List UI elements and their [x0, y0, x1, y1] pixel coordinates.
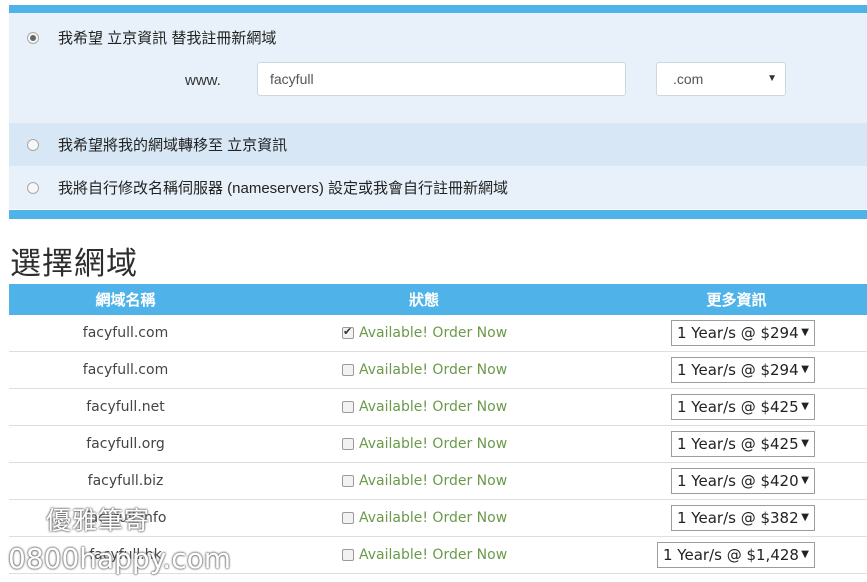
domain-name-cell: facyfull.org: [86, 436, 165, 452]
status-cell: Available! Order Now: [242, 547, 606, 564]
more-info-cell: 1 Year/s @ $1,428 ▼: [606, 542, 867, 568]
registration-period-select[interactable]: 1 Year/s @ $425 ▼: [671, 431, 815, 457]
status-cell: Available! Order Now: [242, 436, 606, 453]
price-selected-value: 1 Year/s @ $425: [677, 398, 799, 416]
watermark-text: 優雅筆寄: [46, 506, 151, 535]
table-header: 網域名稱 狀態 更多資訊: [9, 284, 867, 315]
option-register: 我希望 立京資訊 替我註冊新網域 www. facyfull .com ▼: [9, 13, 867, 123]
radio-transfer[interactable]: [27, 138, 39, 151]
availability-link[interactable]: Available! Order Now: [359, 362, 507, 378]
option-transfer-row[interactable]: 我希望將我的網域轉移至 立京資訊: [9, 123, 867, 166]
radio-register[interactable]: [27, 31, 39, 44]
top-accent-bar: [9, 5, 867, 13]
status-wrap: Available! Order Now: [342, 547, 507, 563]
option-register-label: 我希望 立京資訊 替我註冊新網域: [58, 30, 277, 47]
availability-link[interactable]: Available! Order Now: [359, 325, 507, 341]
status-wrap: Available! Order Now: [342, 362, 507, 378]
chevron-down-icon: ▼: [801, 549, 809, 560]
chevron-down-icon: ▼: [801, 438, 809, 449]
select-domain-checkbox[interactable]: [342, 325, 354, 339]
select-domain-checkbox[interactable]: [342, 548, 354, 561]
bottom-accent-bar: [9, 210, 867, 219]
status-cell: Available! Order Now: [242, 510, 606, 527]
domain-name-cell: facyfull.com: [82, 362, 169, 378]
price-selected-value: 1 Year/s @ $1,428: [663, 546, 799, 564]
status-cell: Available! Order Now: [242, 399, 606, 416]
status-wrap: Available! Order Now: [342, 325, 507, 341]
chevron-down-icon: ▼: [801, 364, 809, 375]
price-selected-value: 1 Year/s @ $294: [677, 361, 799, 379]
domain-option-panel: 我希望 立京資訊 替我註冊新網域 www. facyfull .com ▼ 我希…: [9, 13, 867, 209]
option-register-row[interactable]: 我希望 立京資訊 替我註冊新網域: [9, 16, 276, 59]
select-domain-checkbox[interactable]: [342, 400, 354, 413]
domain-entry: www. facyfull .com ▼: [9, 62, 867, 98]
chevron-down-icon: ▼: [801, 327, 809, 338]
table-row: facyfull.com Available! Order Now 1 Year/s…: [9, 352, 867, 389]
more-info-cell: 1 Year/s @ $382 ▼: [606, 505, 867, 531]
select-domain-checkbox[interactable]: [342, 474, 354, 487]
more-info-cell: 1 Year/s @ $425 ▼: [606, 431, 867, 457]
more-info-cell: 1 Year/s @ $425 ▼: [606, 394, 867, 420]
header-more-info: 更多資訊: [706, 292, 767, 309]
domain-name-cell: facyfull.net: [86, 399, 165, 415]
domain-name-cell: facyfull.com: [82, 325, 169, 341]
more-info-cell: 1 Year/s @ $294 ▼: [606, 320, 867, 346]
more-info-cell: 1 Year/s @ $420 ▼: [606, 468, 867, 494]
status-wrap: Available! Order Now: [342, 436, 507, 452]
registration-period-select[interactable]: 1 Year/s @ $294 ▼: [671, 357, 815, 383]
status-cell: Available! Order Now: [242, 325, 606, 342]
page-title: 選擇網域: [10, 246, 138, 282]
header-status: 狀態: [408, 292, 439, 309]
chevron-down-icon: ▼: [767, 73, 777, 84]
status-cell: Available! Order Now: [242, 362, 606, 379]
registration-period-select[interactable]: 1 Year/s @ $382 ▼: [671, 505, 815, 531]
status-wrap: Available! Order Now: [342, 473, 507, 489]
status-wrap: Available! Order Now: [342, 510, 507, 526]
availability-link[interactable]: Available! Order Now: [359, 473, 507, 489]
option-nameservers-label: 我將自行修改名稱伺服器 (nameservers) 設定或我會自行註冊新網域: [58, 180, 509, 197]
table-row: facyfull.org Available! Order Now 1 Year/s…: [9, 426, 867, 463]
select-domain-checkbox[interactable]: [342, 363, 354, 376]
header-domain-name: 網域名稱: [95, 292, 156, 309]
availability-link[interactable]: Available! Order Now: [359, 510, 507, 526]
chevron-down-icon: ▼: [801, 401, 809, 412]
chevron-down-icon: ▼: [801, 512, 809, 523]
availability-link[interactable]: Available! Order Now: [359, 399, 507, 415]
domain-input[interactable]: facyfull: [257, 62, 626, 96]
table-row: facyfull.net Available! Order Now 1 Year/s…: [9, 389, 867, 426]
option-nameservers-row[interactable]: 我將自行修改名稱伺服器 (nameservers) 設定或我會自行註冊新網域: [9, 166, 867, 209]
price-selected-value: 1 Year/s @ $420: [677, 472, 799, 490]
option-transfer-label: 我希望將我的網域轉移至 立京資訊: [58, 137, 288, 154]
tld-selected-value: .com: [673, 71, 704, 87]
price-selected-value: 1 Year/s @ $294: [677, 324, 799, 342]
registration-period-select[interactable]: 1 Year/s @ $1,428 ▼: [657, 542, 815, 568]
radio-nameservers[interactable]: [27, 181, 39, 194]
registration-period-select[interactable]: 1 Year/s @ $420 ▼: [671, 468, 815, 494]
table-row: facyfull.com Available! Order Now 1 Year/s…: [9, 315, 867, 352]
more-info-cell: 1 Year/s @ $294 ▼: [606, 357, 867, 383]
status-cell: Available! Order Now: [242, 473, 606, 490]
chevron-down-icon: ▼: [801, 475, 809, 486]
price-selected-value: 1 Year/s @ $425: [677, 435, 799, 453]
registration-period-select[interactable]: 1 Year/s @ $294 ▼: [671, 320, 815, 346]
domain-name-cell: facyfull.biz: [87, 473, 164, 489]
price-selected-value: 1 Year/s @ $382: [677, 509, 799, 527]
registration-period-select[interactable]: 1 Year/s @ $425 ▼: [671, 394, 815, 420]
status-wrap: Available! Order Now: [342, 399, 507, 415]
watermark-url: 0800happy.com: [8, 542, 231, 575]
availability-link[interactable]: Available! Order Now: [359, 547, 507, 563]
www-prefix: www.: [185, 72, 221, 89]
tld-select[interactable]: .com ▼: [656, 62, 786, 96]
table-row: facyfull.biz Available! Order Now 1 Year/s…: [9, 463, 867, 500]
select-domain-checkbox[interactable]: [342, 437, 354, 450]
select-domain-checkbox[interactable]: [342, 511, 354, 524]
availability-link[interactable]: Available! Order Now: [359, 436, 507, 452]
